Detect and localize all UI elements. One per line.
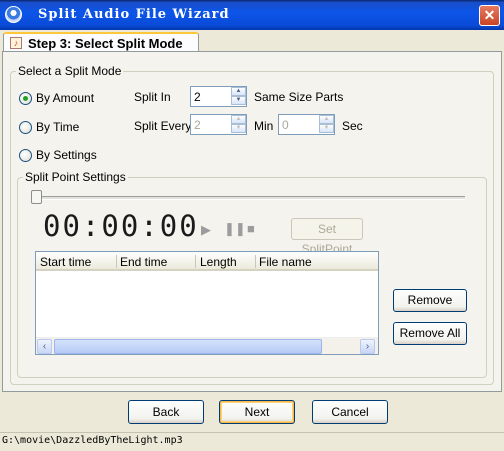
spin-up-icon: ▲ [319,115,334,124]
tab-label: Step 3: Select Split Mode [28,36,183,51]
split-in-value[interactable]: 2 [194,90,201,104]
play-icon[interactable]: ▶ [201,222,211,238]
tab-strip: ♪ Step 3: Select Split Mode [0,30,504,54]
set-splitpoint-button[interactable]: Set SplitPoint [291,218,363,256]
title-bar[interactable]: Split Audio File Wizard ✕ [0,0,504,30]
position-slider-track[interactable] [33,196,465,200]
window-title: Split Audio File Wizard [38,7,230,22]
column-file-name[interactable]: File name [259,255,312,269]
pause-icon[interactable]: ❚❚ [224,221,246,237]
column-length[interactable]: Length [200,255,237,269]
spin-down-icon: ▼ [231,124,246,133]
by-amount-label[interactable]: By Amount [36,91,94,105]
by-amount-radio[interactable] [19,92,32,105]
split-in-stepper[interactable]: 2 ▲ ▼ [190,86,247,107]
split-every-label: Split Every [134,119,192,133]
file-path-status: G:\movie\DazzledByTheLight.mp3 [2,435,183,446]
split-every-minutes-stepper: 2 ▲ ▼ [190,114,247,135]
next-button[interactable]: Next [219,400,295,424]
sec-label: Sec [342,119,363,133]
min-label: Min [254,119,274,133]
split-every-seconds-value: 0 [282,118,289,132]
spin-up-icon[interactable]: ▲ [231,87,246,96]
spin-down-icon[interactable]: ▼ [231,96,246,105]
same-size-parts-label: Same Size Parts [254,90,344,104]
split-point-group-label: Split Point Settings [23,170,128,184]
scroll-left-icon[interactable]: ‹ [37,339,52,354]
spin-up-icon: ▲ [231,115,246,124]
by-time-label[interactable]: By Time [36,120,79,134]
position-slider-thumb[interactable] [31,190,42,204]
scroll-right-icon[interactable]: › [360,339,375,354]
column-end-time[interactable]: End time [120,255,167,269]
horizontal-scrollbar[interactable]: ‹ › [36,337,378,354]
close-button[interactable]: ✕ [479,5,500,26]
by-time-radio[interactable] [19,121,32,134]
scrollbar-thumb[interactable] [54,339,322,354]
split-list-header: Start time End time Length File name [36,252,378,271]
split-every-minutes-value: 2 [194,118,201,132]
stop-icon[interactable]: ■ [247,221,255,236]
by-settings-radio[interactable] [19,149,32,162]
by-settings-label[interactable]: By Settings [36,148,97,162]
remove-button[interactable]: Remove [393,289,467,312]
column-start-time[interactable]: Start time [40,255,91,269]
split-in-label: Split In [134,90,171,104]
split-mode-group-label: Select a Split Mode [16,64,124,78]
wizard-step-icon: ♪ [10,37,22,49]
spin-down-icon: ▼ [319,124,334,133]
split-list[interactable]: Start time End time Length File name ‹ › [35,251,379,355]
wizard-panel: Select a Split Mode By Amount Split In 2… [2,51,502,392]
remove-all-button[interactable]: Remove All [393,322,467,345]
back-button[interactable]: Back [128,400,204,424]
status-bar: G:\movie\DazzledByTheLight.mp3 [0,432,504,451]
cancel-button[interactable]: Cancel [312,400,388,424]
app-disc-icon [5,6,22,23]
split-every-seconds-stepper: 0 ▲ ▼ [278,114,335,135]
time-display: 00:00:00 [43,209,199,243]
